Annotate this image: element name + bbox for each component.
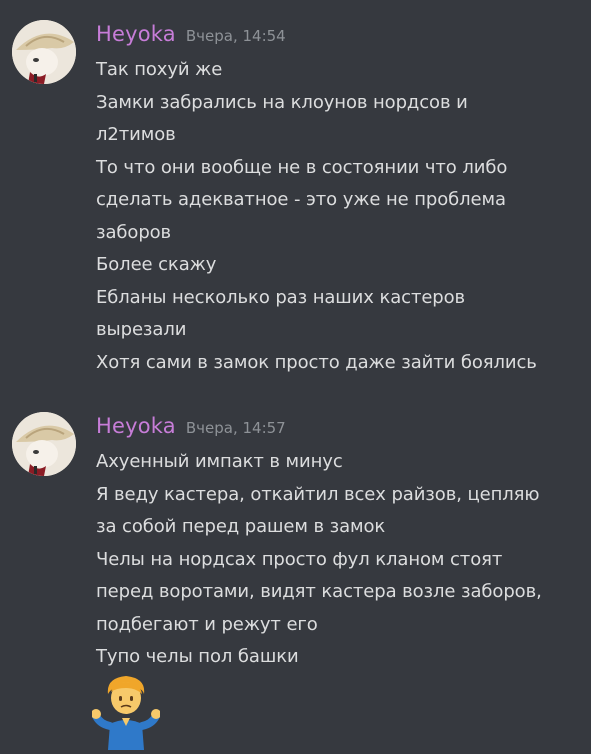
timestamp: Вчера, 14:54 (185, 27, 286, 45)
message-line: подбегают и режут его (96, 613, 318, 635)
message-line: заборов (96, 221, 172, 243)
message-line: Замки забрались на клоунов нордсов и (96, 91, 468, 113)
username[interactable]: Heyoka (96, 406, 176, 446)
message-line: перед воротами, видят кастера возле забо… (96, 581, 542, 602)
username[interactable]: Heyoka (96, 14, 176, 54)
message-body: Ахуенный импакт в минус Я веду кастера, … (96, 446, 576, 674)
message-body: Так похуй же Замки забрались на клоунов … (96, 54, 576, 379)
user-avatar[interactable] (12, 20, 76, 84)
message-line: Я веду кастера, откайтил всех райзов, це… (96, 483, 540, 505)
message-line: Так похуй же (96, 59, 223, 80)
message-line: Ахуенный импакт в минус (96, 451, 343, 472)
message-line: Более скажу (96, 254, 217, 275)
avatar-image (12, 20, 76, 84)
message-line: сделать адекватное - это уже не проблема (96, 189, 506, 210)
avatar-image (12, 412, 76, 476)
message-line: вырезали (96, 319, 187, 340)
message-line: л2тимов (96, 124, 176, 145)
message-line: Ебланы несколько раз наших кастеров (96, 286, 466, 308)
user-avatar[interactable] (12, 412, 76, 476)
message-header: Heyoka Вчера, 14:54 (96, 14, 286, 54)
message-line: То что они вообще не в состоянии что либ… (96, 156, 508, 178)
timestamp: Вчера, 14:57 (185, 419, 286, 437)
message-line: Хотя сами в замок просто даже зайти боял… (96, 351, 537, 373)
person-shrugging-icon (91, 676, 161, 750)
message-header: Heyoka Вчера, 14:57 (96, 406, 286, 446)
message-line: за собой перед рашем в замок (96, 516, 386, 537)
message-line: Тупо челы пол башки (96, 646, 299, 667)
person-shrugging-emoji[interactable] (91, 672, 161, 750)
message-line: Челы на нордсах просто фул кланом стоят (96, 548, 503, 570)
